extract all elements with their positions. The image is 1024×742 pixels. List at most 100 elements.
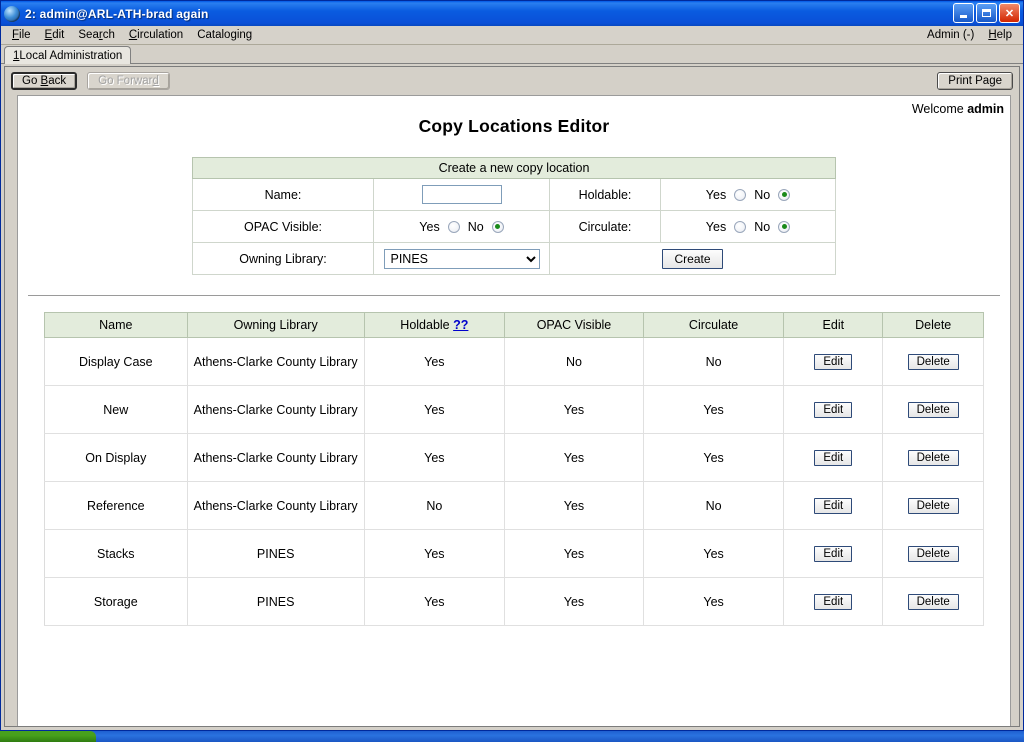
owning-library-select[interactable]: PINES <box>384 249 540 269</box>
cell-delete: Delete <box>883 482 984 530</box>
page-title: Copy Locations Editor <box>18 96 1010 137</box>
holdable-no-radio[interactable] <box>778 189 790 201</box>
holdable-yes-label: Yes <box>706 188 726 202</box>
section-divider <box>28 295 1000 296</box>
welcome-message: Welcome admin <box>912 102 1004 116</box>
cell-name: On Display <box>45 434 188 482</box>
delete-button[interactable]: Delete <box>908 402 959 418</box>
delete-button[interactable]: Delete <box>908 354 959 370</box>
cell-edit: Edit <box>784 578 883 626</box>
header-holdable: Holdable ?? <box>364 313 504 338</box>
holdable-help-link[interactable]: ?? <box>453 318 468 332</box>
holdable-radio-group: Yes No <box>704 188 792 202</box>
opac-yes-label: Yes <box>419 220 439 234</box>
cell-owning-library: Athens-Clarke County Library <box>187 434 364 482</box>
table-row: Display CaseAthens-Clarke County Library… <box>45 338 984 386</box>
create-form-row-1: Name: Holdable: Yes No <box>193 179 836 211</box>
go-forward-button[interactable]: Go Forward <box>87 72 170 90</box>
circulate-radio-cell: Yes No <box>661 211 836 243</box>
application-window: 2: admin@ARL-ATH-brad again ✕ File Edit … <box>0 0 1024 731</box>
circulate-label: Circulate: <box>550 211 661 243</box>
create-button[interactable]: Create <box>662 249 722 269</box>
edit-button[interactable]: Edit <box>814 450 852 466</box>
menu-right-group: Admin (-) Help <box>920 28 1019 42</box>
delete-button[interactable]: Delete <box>908 450 959 466</box>
create-form-row-3: Owning Library: PINES Create <box>193 243 836 275</box>
cell-edit: Edit <box>784 386 883 434</box>
browser-panel: Go Back Go Forward Print Page Welcome ad… <box>4 66 1020 727</box>
close-icon: ✕ <box>1005 7 1014 20</box>
start-button[interactable] <box>0 731 96 742</box>
cell-name: Reference <box>45 482 188 530</box>
menu-search[interactable]: Search <box>71 28 121 42</box>
cell-owning-library: Athens-Clarke County Library <box>187 482 364 530</box>
cell-holdable: Yes <box>364 530 504 578</box>
holdable-yes-radio[interactable] <box>734 189 746 201</box>
copy-locations-table: Name Owning Library Holdable ?? OPAC Vis… <box>44 312 984 626</box>
go-back-button[interactable]: Go Back <box>11 72 77 90</box>
delete-button[interactable]: Delete <box>908 546 959 562</box>
cell-name: Storage <box>45 578 188 626</box>
cell-circulate: Yes <box>643 578 783 626</box>
owning-library-label: Owning Library: <box>193 243 374 275</box>
tab-local-administration[interactable]: 1 Local Administration <box>4 46 131 64</box>
circulate-no-label: No <box>754 220 770 234</box>
edit-button[interactable]: Edit <box>814 594 852 610</box>
edit-button[interactable]: Edit <box>814 498 852 514</box>
print-page-button[interactable]: Print Page <box>937 72 1013 90</box>
menu-circulation[interactable]: Circulation <box>122 28 190 42</box>
name-label: Name: <box>193 179 374 211</box>
opac-no-radio[interactable] <box>492 221 504 233</box>
cell-name: New <box>45 386 188 434</box>
cell-circulate: No <box>643 338 783 386</box>
cell-circulate: Yes <box>643 386 783 434</box>
cell-edit: Edit <box>784 338 883 386</box>
edit-button[interactable]: Edit <box>814 402 852 418</box>
header-opac-visible: OPAC Visible <box>504 313 643 338</box>
create-button-cell: Create <box>550 243 836 275</box>
name-input[interactable] <box>422 185 502 204</box>
maximize-button[interactable] <box>976 3 997 23</box>
close-button[interactable]: ✕ <box>999 3 1020 23</box>
opac-visible-label: OPAC Visible: <box>193 211 374 243</box>
web-page-content: Welcome admin Copy Locations Editor Crea… <box>17 95 1011 726</box>
cell-holdable: Yes <box>364 386 504 434</box>
cell-opac-visible: Yes <box>504 482 643 530</box>
minimize-button[interactable] <box>953 3 974 23</box>
cell-owning-library: PINES <box>187 530 364 578</box>
header-name: Name <box>45 313 188 338</box>
menu-file[interactable]: File <box>5 28 38 42</box>
cell-delete: Delete <box>883 530 984 578</box>
menu-help[interactable]: Help <box>981 28 1019 42</box>
header-owning-library: Owning Library <box>187 313 364 338</box>
cell-owning-library: PINES <box>187 578 364 626</box>
table-header-row: Name Owning Library Holdable ?? OPAC Vis… <box>45 313 984 338</box>
table-body: Display CaseAthens-Clarke County Library… <box>45 338 984 626</box>
holdable-radio-cell: Yes No <box>661 179 836 211</box>
navigation-toolbar: Go Back Go Forward Print Page <box>5 67 1019 95</box>
cell-edit: Edit <box>784 530 883 578</box>
opac-no-label: No <box>468 220 484 234</box>
cell-owning-library: Athens-Clarke County Library <box>187 386 364 434</box>
circulate-yes-label: Yes <box>706 220 726 234</box>
circulate-yes-radio[interactable] <box>734 221 746 233</box>
edit-button[interactable]: Edit <box>814 546 852 562</box>
opac-yes-radio[interactable] <box>448 221 460 233</box>
cell-opac-visible: Yes <box>504 386 643 434</box>
menu-cataloging[interactable]: Cataloging <box>190 28 259 42</box>
cell-circulate: No <box>643 482 783 530</box>
circulate-radio-group: Yes No <box>704 220 792 234</box>
holdable-label: Holdable: <box>550 179 661 211</box>
table-row: On DisplayAthens-Clarke County LibraryYe… <box>45 434 984 482</box>
circulate-no-radio[interactable] <box>778 221 790 233</box>
cell-edit: Edit <box>784 482 883 530</box>
delete-button[interactable]: Delete <box>908 498 959 514</box>
table-head: Name Owning Library Holdable ?? OPAC Vis… <box>45 313 984 338</box>
menu-edit[interactable]: Edit <box>38 28 72 42</box>
header-edit: Edit <box>784 313 883 338</box>
edit-button[interactable]: Edit <box>814 354 852 370</box>
menu-admin[interactable]: Admin (-) <box>920 28 981 42</box>
delete-button[interactable]: Delete <box>908 594 959 610</box>
cell-owning-library: Athens-Clarke County Library <box>187 338 364 386</box>
table-row: StoragePINESYesYesYesEditDelete <box>45 578 984 626</box>
